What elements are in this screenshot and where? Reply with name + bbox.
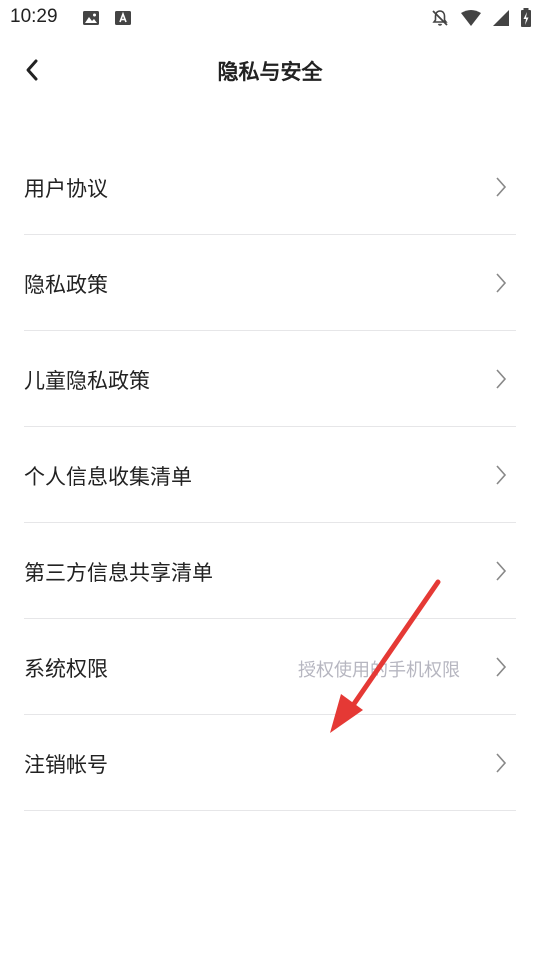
cellular-signal-icon	[493, 10, 509, 26]
menu-item-third-party-sharing-list[interactable]: 第三方信息共享清单	[24, 523, 516, 619]
menu-item-label: 儿童隐私政策	[24, 369, 150, 393]
battery-charging-icon	[521, 8, 531, 27]
menu-item-delete-account[interactable]: 注销帐号	[24, 715, 516, 811]
chevron-right-icon	[496, 177, 507, 197]
notifications-off-icon	[432, 10, 448, 26]
chevron-right-icon	[496, 465, 507, 485]
page-title: 隐私与安全	[217, 60, 323, 84]
menu-item-personal-info-list[interactable]: 个人信息收集清单	[24, 427, 516, 523]
chevron-right-icon	[496, 753, 507, 773]
wifi-icon	[461, 10, 481, 26]
chevron-right-icon	[496, 369, 507, 389]
menu-item-user-agreement[interactable]: 用户协议	[24, 139, 516, 235]
menu-item-system-permissions[interactable]: 系统权限 授权使用的手机权限	[24, 619, 516, 715]
menu-item-child-privacy-policy[interactable]: 儿童隐私政策	[24, 331, 516, 427]
menu-item-subtitle: 授权使用的手机权限	[298, 660, 460, 681]
header: 隐私与安全	[0, 36, 540, 104]
chevron-right-icon	[496, 273, 507, 293]
menu-item-label: 注销帐号	[24, 753, 108, 777]
font-notification-icon	[115, 11, 131, 25]
menu-list: 用户协议 隐私政策 儿童隐私政策 个人信息收集清单 第三方信息共享清单 系统权限…	[24, 139, 516, 811]
menu-item-label: 个人信息收集清单	[24, 465, 192, 489]
menu-item-label: 用户协议	[24, 177, 108, 201]
status-time: 10:29	[10, 6, 58, 27]
menu-item-label: 第三方信息共享清单	[24, 561, 213, 585]
chevron-right-icon	[496, 657, 507, 677]
menu-item-privacy-policy[interactable]: 隐私政策	[24, 235, 516, 331]
chevron-right-icon	[496, 561, 507, 581]
menu-item-label: 系统权限	[24, 657, 108, 681]
menu-item-label: 隐私政策	[24, 273, 108, 297]
status-bar: 10:29	[0, 0, 540, 36]
status-right-icons	[430, 8, 532, 28]
status-left-icons	[82, 9, 132, 27]
image-notification-icon	[83, 11, 99, 25]
